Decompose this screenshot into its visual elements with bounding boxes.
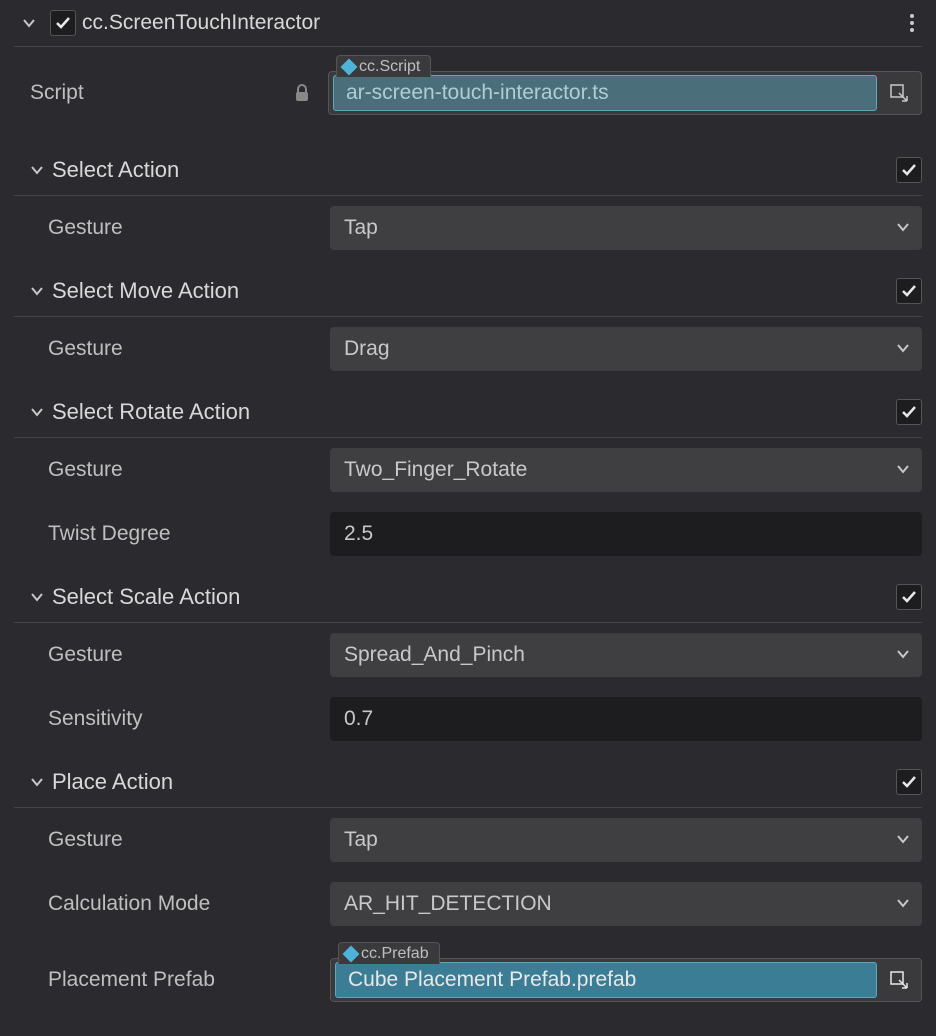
chevron-down-icon <box>896 892 910 916</box>
prefab-asset-value: Cube Placement Prefab.prefab <box>335 962 877 998</box>
section-select-rotate-action-header[interactable]: Select Rotate Action <box>0 381 936 433</box>
sensitivity-row: Sensitivity 0.7 <box>0 687 936 751</box>
gesture-label: Gesture <box>30 216 330 240</box>
kebab-icon <box>909 13 915 33</box>
chevron-down-icon <box>30 590 44 604</box>
chevron-down-icon <box>896 458 910 482</box>
section-select-action-header[interactable]: Select Action <box>0 139 936 191</box>
script-type-label: cc.Script <box>359 58 420 76</box>
section-enabled-checkbox[interactable] <box>896 584 922 610</box>
chevron-down-icon <box>896 216 910 240</box>
twist-degree-input[interactable]: 2.5 <box>330 512 922 556</box>
chevron-down-icon <box>30 405 44 419</box>
place-action-gesture-row: Gesture Tap <box>0 808 936 872</box>
script-label: Script <box>30 81 290 105</box>
section-select-move-action-header[interactable]: Select Move Action <box>0 260 936 312</box>
chevron-down-icon <box>30 284 44 298</box>
placement-prefab-label: Placement Prefab <box>30 968 330 992</box>
prefab-type-label: cc.Prefab <box>361 945 429 963</box>
check-icon <box>901 404 917 420</box>
lock-icon <box>290 84 314 102</box>
gesture-label: Gesture <box>30 458 330 482</box>
chevron-down-icon <box>30 163 44 177</box>
placement-prefab-row: Placement Prefab cc.Prefab Cube Placemen… <box>0 936 936 1012</box>
gesture-label: Gesture <box>30 643 330 667</box>
chevron-down-icon <box>896 337 910 361</box>
component-enabled-checkbox[interactable] <box>50 10 76 36</box>
place-action-gesture-dropdown[interactable]: Tap <box>330 818 922 862</box>
section-place-action-header[interactable]: Place Action <box>0 751 936 803</box>
prefab-type-tag: cc.Prefab <box>338 942 440 964</box>
chevron-down-icon <box>30 775 44 789</box>
gesture-label: Gesture <box>30 337 330 361</box>
select-action-gesture-row: Gesture Tap <box>0 196 936 260</box>
check-icon <box>901 774 917 790</box>
sensitivity-label: Sensitivity <box>30 707 330 731</box>
chevron-down-icon <box>22 16 36 30</box>
script-field-wrapper: cc.Script ar-screen-touch-interactor.ts <box>328 71 922 115</box>
twist-degree-label: Twist Degree <box>30 522 330 546</box>
script-row: Script cc.Script ar-screen-touch-interac… <box>0 47 936 139</box>
component-header: cc.ScreenTouchInteractor <box>0 0 936 46</box>
section-enabled-checkbox[interactable] <box>896 769 922 795</box>
script-type-tag: cc.Script <box>336 55 431 77</box>
calculation-mode-row: Calculation Mode AR_HIT_DETECTION <box>0 872 936 936</box>
component-title: cc.ScreenTouchInteractor <box>82 11 900 35</box>
section-title: Select Move Action <box>52 278 896 304</box>
section-enabled-checkbox[interactable] <box>896 278 922 304</box>
dropdown-value: Tap <box>344 216 378 240</box>
diamond-icon <box>343 945 360 962</box>
input-value: 0.7 <box>344 707 373 731</box>
section-title: Select Rotate Action <box>52 399 896 425</box>
check-icon <box>55 15 71 31</box>
section-title: Select Action <box>52 157 896 183</box>
twist-degree-row: Twist Degree 2.5 <box>0 502 936 566</box>
select-scale-action-gesture-row: Gesture Spread_And_Pinch <box>0 623 936 687</box>
select-move-action-gesture-row: Gesture Drag <box>0 317 936 381</box>
script-asset-field[interactable]: ar-screen-touch-interactor.ts <box>328 71 922 115</box>
select-scale-action-gesture-dropdown[interactable]: Spread_And_Pinch <box>330 633 922 677</box>
select-rotate-action-gesture-dropdown[interactable]: Two_Finger_Rotate <box>330 448 922 492</box>
dropdown-value: Spread_And_Pinch <box>344 643 525 667</box>
calculation-mode-dropdown[interactable]: AR_HIT_DETECTION <box>330 882 922 926</box>
section-title: Select Scale Action <box>52 584 896 610</box>
chevron-down-icon <box>896 643 910 667</box>
sensitivity-input[interactable]: 0.7 <box>330 697 922 741</box>
collapse-toggle[interactable] <box>18 16 40 30</box>
component-menu-button[interactable] <box>900 11 924 35</box>
prefab-pick-button[interactable] <box>881 962 917 998</box>
select-action-gesture-dropdown[interactable]: Tap <box>330 206 922 250</box>
check-icon <box>901 589 917 605</box>
diamond-icon <box>341 58 358 75</box>
dropdown-value: Tap <box>344 828 378 852</box>
script-asset-value: ar-screen-touch-interactor.ts <box>333 75 877 111</box>
chevron-down-icon <box>896 828 910 852</box>
select-rotate-action-gesture-row: Gesture Two_Finger_Rotate <box>0 438 936 502</box>
check-icon <box>901 162 917 178</box>
script-pick-button[interactable] <box>881 75 917 111</box>
check-icon <box>901 283 917 299</box>
section-select-scale-action-header[interactable]: Select Scale Action <box>0 566 936 618</box>
section-enabled-checkbox[interactable] <box>896 399 922 425</box>
gesture-label: Gesture <box>30 828 330 852</box>
section-enabled-checkbox[interactable] <box>896 157 922 183</box>
input-value: 2.5 <box>344 522 373 546</box>
calculation-mode-label: Calculation Mode <box>30 892 330 916</box>
picker-icon <box>889 83 909 103</box>
component-panel: cc.ScreenTouchInteractor Script cc.Scrip… <box>0 0 936 1012</box>
dropdown-value: Drag <box>344 337 390 361</box>
picker-icon <box>889 970 909 990</box>
placement-prefab-asset-field[interactable]: Cube Placement Prefab.prefab <box>330 958 922 1002</box>
section-title: Place Action <box>52 769 896 795</box>
dropdown-value: AR_HIT_DETECTION <box>344 892 552 916</box>
select-move-action-gesture-dropdown[interactable]: Drag <box>330 327 922 371</box>
placement-prefab-field-wrapper: cc.Prefab Cube Placement Prefab.prefab <box>330 958 922 1002</box>
dropdown-value: Two_Finger_Rotate <box>344 458 527 482</box>
